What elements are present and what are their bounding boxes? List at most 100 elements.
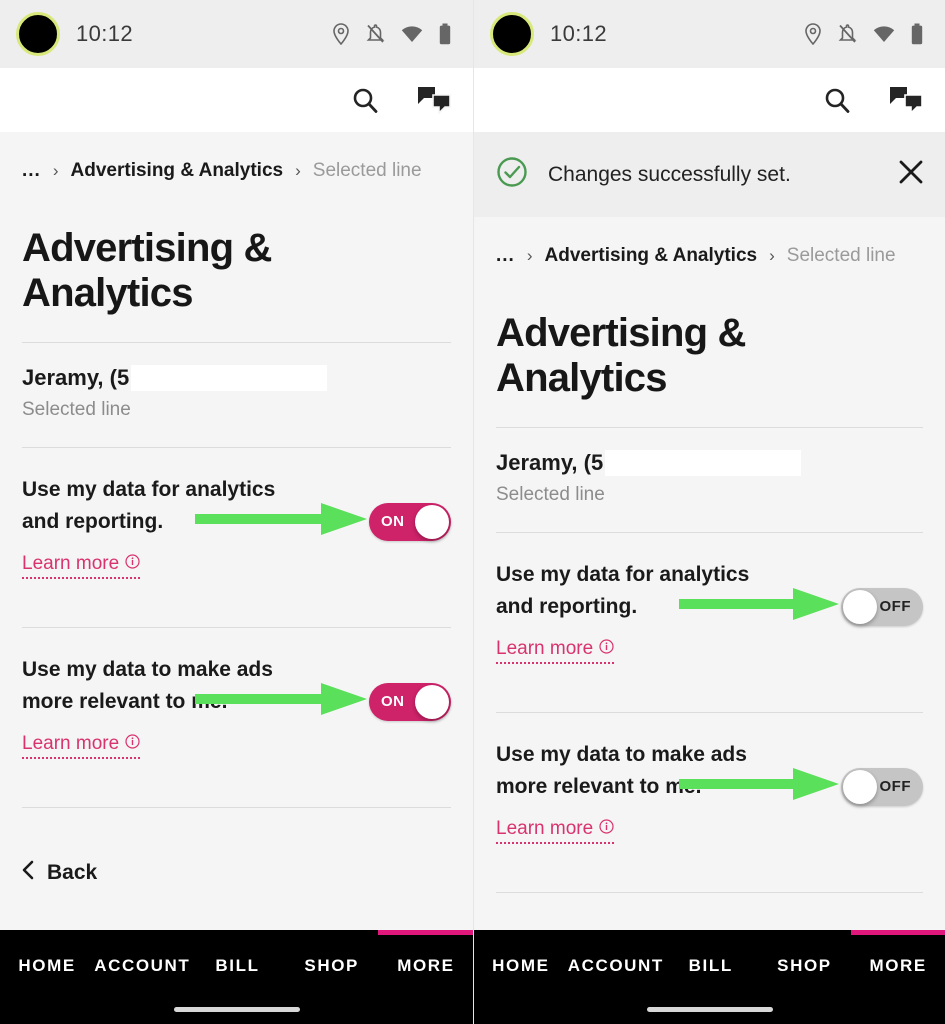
breadcrumb-current: Selected line [312,160,422,181]
selected-line-sublabel: Selected line [22,399,131,420]
breadcrumb-separator: › [526,246,533,265]
green-arrow-annotation-icon [679,585,839,628]
camera-cutout-icon [16,12,60,56]
app-bar [0,68,473,132]
app-bar [474,68,945,132]
breadcrumb-ellipsis[interactable]: ... [22,160,41,182]
breadcrumb: ... › Advertising & Analytics › Selected… [496,217,923,267]
learn-more-link[interactable]: Learn more [22,553,141,579]
wifi-icon [401,25,423,43]
learn-more-link[interactable]: Learn more [496,818,615,844]
info-circle-icon [599,818,614,840]
bottom-navigation: HOME ACCOUNT BILL SHOP MORE [0,930,473,1024]
location-pin-icon [804,23,822,45]
selected-line-name: Jeramy, (5 [22,365,451,391]
page-title: Advertising & Analytics [496,311,746,400]
setting-row-ads: Use my data to make ads more relevant to… [22,628,451,781]
toggle-annotation-group: OFF [679,765,923,808]
page-content: ... › Advertising & Analytics › Selected… [474,217,945,930]
nav-item-shop[interactable]: SHOP [285,956,379,976]
breadcrumb-parent[interactable]: Advertising & Analytics [545,245,758,267]
check-circle-icon [496,156,528,193]
search-icon[interactable] [351,86,379,114]
breadcrumb-separator: › [52,161,59,180]
wifi-icon [873,25,895,43]
breadcrumb-separator: › [295,161,301,180]
green-arrow-annotation-icon [195,500,367,543]
toggle-annotation-group: ON [195,680,451,723]
nav-item-home[interactable]: HOME [474,956,568,976]
battery-icon [439,23,451,45]
selected-line-name-text: Jeramy, (5 [22,365,130,390]
back-button-label: Back [47,861,98,884]
toggle-annotation-group: OFF [679,585,923,628]
search-icon[interactable] [823,86,851,114]
toggle-state-label: ON [381,513,405,530]
selected-line-name-text: Jeramy, (5 [496,450,604,475]
toggle-state-label: OFF [879,598,911,615]
redacted-phone-number [131,365,328,391]
breadcrumb-parent[interactable]: Advertising & Analytics [71,160,284,182]
green-arrow-annotation-icon [679,765,839,808]
page-content: ... › Advertising & Analytics › Selected… [0,132,473,930]
nav-item-account[interactable]: ACCOUNT [94,956,190,976]
setting-row-analytics: Use my data for analytics and reporting.… [496,533,923,686]
toggle-knob [843,769,877,804]
toggle-ads[interactable]: OFF [841,767,923,806]
phone-screen-before: 10:12 ... › Advertising & Analytics › Se… [0,0,473,1024]
toggle-analytics[interactable]: OFF [841,587,923,626]
nav-item-bill[interactable]: BILL [190,956,284,976]
toggle-knob [415,504,449,539]
success-banner-message: Changes successfully set. [548,162,791,186]
info-circle-icon [125,553,140,575]
location-pin-icon [332,23,350,45]
bottom-navigation: HOME ACCOUNT BILL SHOP MORE [474,930,945,1024]
learn-more-label: Learn more [22,553,120,574]
toggle-analytics[interactable]: ON [369,502,451,541]
breadcrumb: ... › Advertising & Analytics › Selected… [22,132,451,182]
gesture-home-bar[interactable] [646,1007,773,1012]
selected-line-name: Jeramy, (5 [496,450,923,476]
status-bar: 10:12 [474,0,945,68]
toggle-ads[interactable]: ON [369,682,451,721]
learn-more-link[interactable]: Learn more [496,638,615,664]
status-bar-clock: 10:12 [550,21,608,46]
dual-screenshot-comparison: 10:12 ... › Advertising & Analytics › Se… [0,0,945,1024]
phone-screen-after: 10:12 Changes successfully set. ... › Ad… [473,0,945,1024]
divider [22,807,451,808]
toggle-annotation-group: ON [195,500,451,543]
learn-more-label: Learn more [496,818,594,839]
toggle-state-label: OFF [879,778,911,795]
nav-item-bill[interactable]: BILL [664,956,758,976]
status-bar: 10:12 [0,0,473,68]
chevron-left-icon [22,860,35,886]
breadcrumb-separator: › [769,246,775,265]
back-button[interactable]: Back [22,860,97,886]
nav-item-shop[interactable]: SHOP [758,956,852,976]
nav-item-more[interactable]: MORE [379,956,473,976]
close-x-icon[interactable] [897,158,925,191]
notifications-off-icon [838,23,857,45]
chat-bubbles-icon[interactable] [889,86,923,114]
selected-line-block: Jeramy, (5 Selected line [22,343,451,421]
selected-line-sublabel: Selected line [496,484,605,505]
info-circle-icon [125,733,140,755]
toggle-knob [415,684,449,719]
nav-active-indicator [850,930,945,935]
status-bar-icons [804,23,923,45]
setting-row-analytics: Use my data for analytics and reporting.… [22,448,451,601]
breadcrumb-current: Selected line [786,245,896,266]
nav-item-more[interactable]: MORE [851,956,945,976]
learn-more-label: Learn more [22,733,120,754]
toggle-knob [843,589,877,624]
toggle-state-label: ON [381,693,405,710]
learn-more-link[interactable]: Learn more [22,733,141,759]
gesture-home-bar[interactable] [173,1007,300,1012]
breadcrumb-ellipsis[interactable]: ... [496,245,515,267]
chat-bubbles-icon[interactable] [417,86,451,114]
green-arrow-annotation-icon [195,680,367,723]
nav-item-home[interactable]: HOME [0,956,94,976]
nav-item-account[interactable]: ACCOUNT [568,956,664,976]
status-bar-icons [332,23,451,45]
success-banner: Changes successfully set. [474,132,945,217]
